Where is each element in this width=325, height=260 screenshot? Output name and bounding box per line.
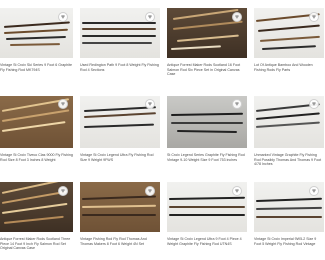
- listing-title[interactable]: Lot Of Antique Bamboo And Wooden Fishing…: [254, 63, 324, 72]
- listing-card[interactable]: ♥ Antique Forrest Maker Rods Scotland Thr…: [0, 174, 73, 260]
- fishing-rod-image: [1, 109, 70, 122]
- fishing-rod-image: [176, 130, 238, 134]
- fishing-rod-image: [5, 35, 66, 40]
- fishing-rod-image: [82, 42, 152, 44]
- fishing-rod-image: [172, 8, 239, 20]
- heart-icon[interactable]: ♥: [145, 186, 155, 196]
- fishing-rod-image: [3, 21, 70, 28]
- heart-icon[interactable]: ♥: [58, 99, 68, 109]
- heart-icon[interactable]: ♥: [58, 12, 68, 22]
- fishing-rod-image: [9, 43, 61, 46]
- fishing-rod-image: [168, 196, 246, 200]
- heart-icon[interactable]: ♥: [58, 186, 68, 196]
- fishing-rod-image: [256, 216, 322, 218]
- fishing-rod-image: [255, 206, 323, 210]
- fishing-rod-image: [81, 195, 156, 200]
- fishing-rod-image: [170, 45, 221, 50]
- fishing-rod-image: [1, 202, 68, 214]
- fishing-rod-image: [169, 206, 245, 208]
- heart-icon[interactable]: ♥: [232, 12, 242, 22]
- heart-icon[interactable]: ♥: [309, 186, 319, 196]
- fishing-rod-image: [255, 112, 320, 120]
- fishing-rod-image: [176, 34, 239, 42]
- fishing-rod-image: [82, 35, 156, 37]
- listing-title[interactable]: Vintage St Croix Tiveco Clas 9000 Fly Fi…: [0, 153, 73, 162]
- fishing-rod-image: [83, 112, 156, 118]
- fishing-rod-image: [83, 123, 154, 128]
- listing-title[interactable]: Vintage Fishing Rod Fly Rod Thomas And T…: [80, 237, 160, 246]
- listing-card[interactable]: ♥ Unmarked Vintage Graphite Fly Fishing R…: [254, 86, 324, 174]
- fishing-rod-image: [261, 45, 316, 50]
- listing-card[interactable]: ♥ Vintage St Croix Ski Series 9 Foot 6 Gr…: [0, 0, 73, 86]
- fishing-rod-image: [82, 214, 156, 216]
- listing-title[interactable]: Vintage St Croix Ski Series 9 Foot 6 Gra…: [0, 63, 73, 72]
- listing-card[interactable]: ♥ Vintage St Croix Legend Ultra 9 Foot 4 …: [167, 174, 247, 260]
- listing-title[interactable]: Antique Forrest Maker Rods Scotland 16 F…: [167, 63, 247, 77]
- listing-card[interactable]: ♥ St Croix Legend Series Graphite Fly Fis…: [167, 86, 247, 174]
- listing-title[interactable]: St Croix Legend Series Graphite Fly Fish…: [167, 153, 247, 162]
- listing-card[interactable]: ♥ Vintage Fishing Rod Fly Rod Thomas And …: [80, 174, 160, 260]
- fishing-rod-image: [169, 214, 245, 216]
- heart-icon[interactable]: ♥: [309, 12, 319, 22]
- fishing-rod-image: [259, 35, 320, 42]
- listing-title[interactable]: Unmarked Vintage Graphite Fly Fishing Ro…: [254, 153, 324, 167]
- fishing-rod-image: [82, 22, 156, 24]
- heart-icon[interactable]: ♥: [309, 99, 319, 109]
- fishing-rod-image: [255, 197, 322, 202]
- listing-card[interactable]: ♥ Antique Forrest Maker Rods Scotland 16 …: [167, 0, 247, 86]
- listing-title[interactable]: Antique Forrest Maker Rods Scotland Thre…: [0, 237, 73, 251]
- fishing-rod-image: [81, 204, 157, 208]
- fishing-rod-image: [3, 215, 64, 224]
- listing-grid: ♥ Vintage St Croix Ski Series 9 Foot 6 Gr…: [0, 0, 325, 260]
- fishing-rod-image: [255, 121, 320, 128]
- fishing-rod-image: [82, 28, 156, 30]
- heart-icon[interactable]: ♥: [232, 186, 242, 196]
- listing-card[interactable]: ♥ Vintage St Croix Tiveco Clas 9000 Fly F…: [0, 86, 73, 174]
- listing-card[interactable]: ♥ Vintage St Croix Imperial 9W5-2 Size 9 …: [254, 174, 324, 260]
- heart-icon[interactable]: ♥: [145, 12, 155, 22]
- fishing-rod-image: [3, 28, 68, 34]
- listing-card[interactable]: ♥ Vintage St Croix Legend Ultra Fly Fishi…: [80, 86, 160, 174]
- heart-icon[interactable]: ♥: [232, 99, 242, 109]
- heart-icon[interactable]: ♥: [145, 99, 155, 109]
- listing-title[interactable]: Vintage St Croix Legend Ultra Fly Fishin…: [80, 153, 160, 162]
- fishing-rod-image: [170, 112, 244, 116]
- fishing-rod-image: [172, 20, 243, 30]
- listing-title[interactable]: Vintage St Croix Legend Ultra 9 Foot 4 P…: [167, 237, 247, 246]
- listing-card[interactable]: ♥ Used Redington Path 9 Foot 8 Weight Fly…: [80, 0, 160, 86]
- listing-card[interactable]: ♥ Lot Of Antique Bamboo And Wooden Fishin…: [254, 0, 324, 86]
- fishing-rod-image: [1, 121, 66, 132]
- listing-title[interactable]: Vintage St Croix Imperial 9W5-2 Size 9 F…: [254, 237, 324, 246]
- fishing-rod-image: [257, 24, 320, 32]
- listing-title[interactable]: Used Redington Path 9 Foot 8 Weight Fly …: [80, 63, 160, 72]
- fishing-rod-image: [171, 122, 243, 124]
